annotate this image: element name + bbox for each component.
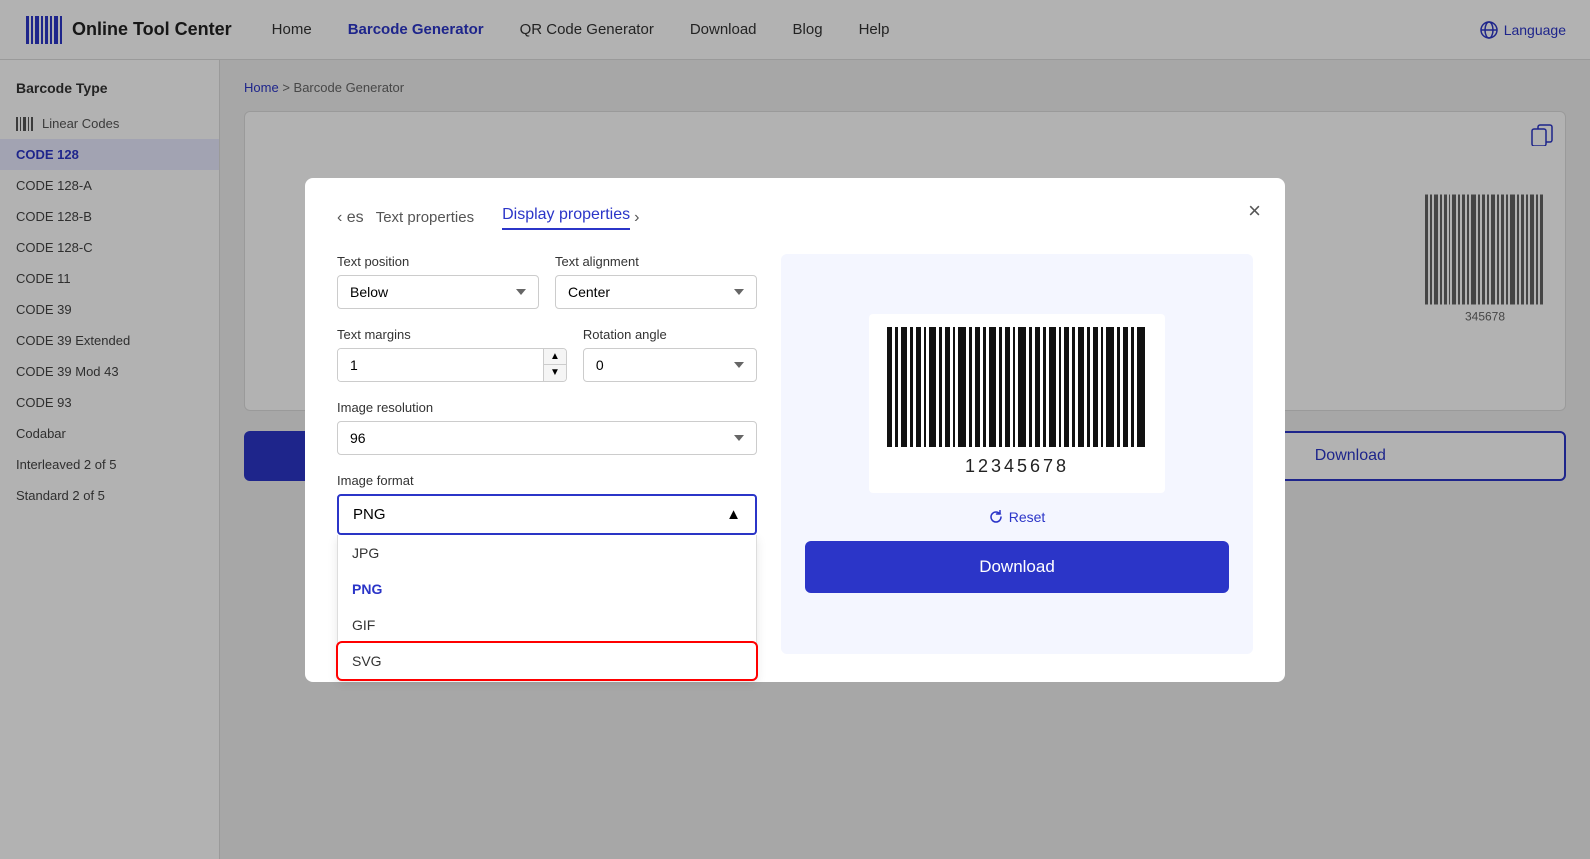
text-position-group: Text position Below Above None	[337, 254, 539, 309]
chevron-up-icon: ▲	[726, 506, 741, 523]
barcode-svg: 12345678	[877, 322, 1157, 482]
modal-nav-right[interactable]: ›	[634, 209, 639, 227]
image-format-button[interactable]: PNG ▲	[337, 494, 757, 535]
modal-close-button[interactable]: ×	[1248, 198, 1261, 224]
modal-header: ‹ es Text properties Display properties …	[337, 206, 1253, 230]
form-row-3: Image resolution 96 72 150 200 300	[337, 400, 757, 455]
modal-download-button[interactable]: Download	[805, 541, 1229, 593]
image-format-group: Image format PNG ▲ JPG PNG GIF SVG	[337, 473, 757, 535]
text-position-label: Text position	[337, 254, 539, 269]
reset-button[interactable]: Reset	[989, 509, 1046, 525]
text-alignment-label: Text alignment	[555, 254, 757, 269]
rotation-angle-label: Rotation angle	[583, 327, 757, 342]
form-row-1: Text position Below Above None Text alig…	[337, 254, 757, 309]
text-margins-group: Text margins ▲ ▼	[337, 327, 567, 382]
modal-form: Text position Below Above None Text alig…	[337, 254, 757, 654]
image-resolution-label: Image resolution	[337, 400, 757, 415]
format-option-png[interactable]: PNG	[338, 571, 756, 607]
image-format-dropdown: JPG PNG GIF SVG	[337, 535, 757, 680]
text-margins-spinners: ▲ ▼	[543, 349, 566, 381]
text-margins-input[interactable]	[338, 349, 543, 381]
format-option-jpg[interactable]: JPG	[338, 535, 756, 571]
text-margins-input-group: ▲ ▼	[337, 348, 567, 382]
text-margins-down[interactable]: ▼	[544, 365, 566, 381]
modal-body: Text position Below Above None Text alig…	[337, 254, 1253, 654]
modal-nav-left[interactable]: ‹ es	[337, 209, 364, 227]
text-position-select[interactable]: Below Above None	[337, 275, 539, 309]
image-resolution-group: Image resolution 96 72 150 200 300	[337, 400, 757, 455]
modal-overlay: ‹ es Text properties Display properties …	[0, 0, 1590, 859]
image-format-container: PNG ▲ JPG PNG GIF SVG	[337, 494, 757, 535]
rotation-angle-select[interactable]: 0 90 180 270	[583, 348, 757, 382]
rotation-angle-group: Rotation angle 0 90 180 270	[583, 327, 757, 382]
text-alignment-group: Text alignment Center Left Right	[555, 254, 757, 309]
image-format-value: PNG	[353, 506, 386, 523]
barcode-svg-wrap: 12345678	[869, 314, 1165, 493]
text-alignment-select[interactable]: Center Left Right	[555, 275, 757, 309]
tab-display-properties[interactable]: Display properties	[502, 206, 630, 230]
form-row-2: Text margins ▲ ▼ Rotation angle 0	[337, 327, 757, 382]
reset-label: Reset	[1009, 509, 1046, 525]
image-format-label: Image format	[337, 473, 757, 488]
format-option-gif[interactable]: GIF	[338, 607, 756, 643]
format-option-svg[interactable]: SVG	[338, 643, 756, 679]
text-margins-label: Text margins	[337, 327, 567, 342]
svg-text:12345678: 12345678	[965, 456, 1069, 476]
tab-text-properties[interactable]: Text properties	[376, 209, 474, 226]
image-resolution-select[interactable]: 96 72 150 200 300	[337, 421, 757, 455]
modal: ‹ es Text properties Display properties …	[305, 178, 1285, 682]
text-margins-up[interactable]: ▲	[544, 349, 566, 366]
barcode-preview-panel: 12345678 Reset Download	[781, 254, 1253, 654]
